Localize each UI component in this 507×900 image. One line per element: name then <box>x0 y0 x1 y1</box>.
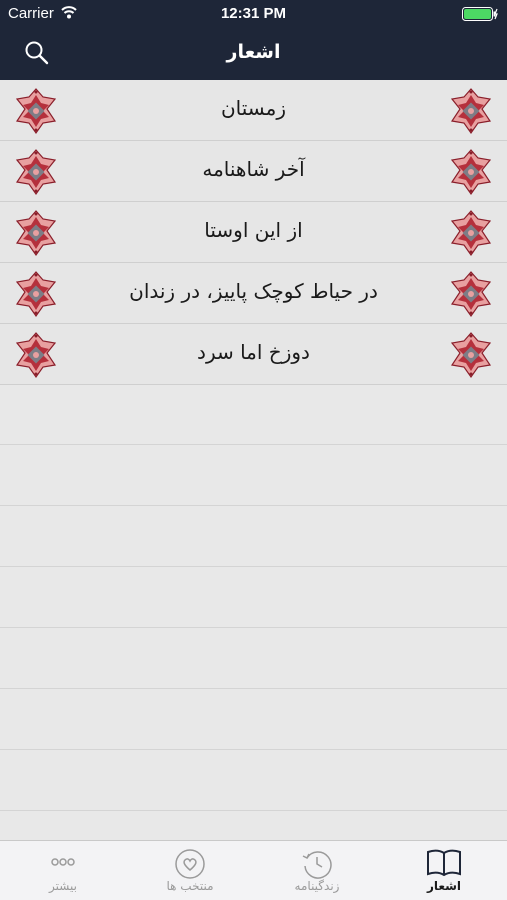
ornament-icon <box>16 332 56 378</box>
tab-more[interactable]: بیشتر <box>0 841 126 900</box>
book-icon <box>427 849 461 877</box>
poem-row[interactable]: دوزخ اما سرد <box>0 324 507 385</box>
tab-favorites[interactable]: منتخب ها <box>127 841 253 900</box>
poem-title: آخر شاهنامه <box>202 157 305 181</box>
poem-title: در حیاط کوچک پاییز، در زندان <box>129 279 378 303</box>
poem-title: زمستان <box>220 96 287 120</box>
tab-label: اشعار <box>426 879 462 893</box>
heart-icon <box>175 849 205 879</box>
battery-icon <box>462 7 498 21</box>
ornament-icon <box>16 88 56 134</box>
poem-row[interactable]: زمستان <box>0 80 507 141</box>
empty-row <box>0 384 507 445</box>
tab-label: منتخب ها <box>166 879 214 893</box>
poem-row[interactable]: از این اوستا <box>0 202 507 263</box>
history-icon <box>302 851 332 879</box>
ornament-icon <box>451 149 491 195</box>
tab-poems[interactable]: اشعار <box>381 841 507 900</box>
tab-label: بیشتر <box>49 879 77 893</box>
empty-row <box>0 445 507 506</box>
ornament-icon <box>451 271 491 317</box>
poem-title: دوزخ اما سرد <box>197 340 310 364</box>
ornament-icon <box>451 332 491 378</box>
empty-row <box>0 628 507 689</box>
status-time: 12:31 PM <box>220 5 287 22</box>
poem-title: از این اوستا <box>204 218 303 242</box>
status-bar: Carrier 12:31 PM <box>0 0 507 28</box>
poem-row[interactable]: در حیاط کوچک پاییز، در زندان <box>0 263 507 324</box>
ornament-icon <box>451 210 491 256</box>
empty-row <box>0 750 507 811</box>
poem-list: زمستان آخر شاهنامه از این اوستا در حیاط … <box>0 80 507 385</box>
poem-row[interactable]: آخر شاهنامه <box>0 141 507 202</box>
page-title: اشعار <box>226 41 281 63</box>
empty-list-area <box>0 384 507 811</box>
more-icon <box>51 858 75 866</box>
empty-row <box>0 689 507 750</box>
tab-biography[interactable]: زندگینامه <box>254 841 380 900</box>
ornament-icon <box>16 210 56 256</box>
app-screen: Carrier 12:31 PM اشعار زمستان آخر شاهنام… <box>0 0 507 900</box>
ornament-icon <box>16 271 56 317</box>
ornament-icon <box>451 88 491 134</box>
empty-row <box>0 567 507 628</box>
tab-bar: بیشتر منتخب ها زندگینامه اشعار <box>0 840 507 900</box>
empty-row <box>0 506 507 567</box>
navigation-header: Carrier 12:31 PM اشعار <box>0 0 507 80</box>
ornament-icon <box>16 149 56 195</box>
tab-label: زندگینامه <box>294 879 340 893</box>
